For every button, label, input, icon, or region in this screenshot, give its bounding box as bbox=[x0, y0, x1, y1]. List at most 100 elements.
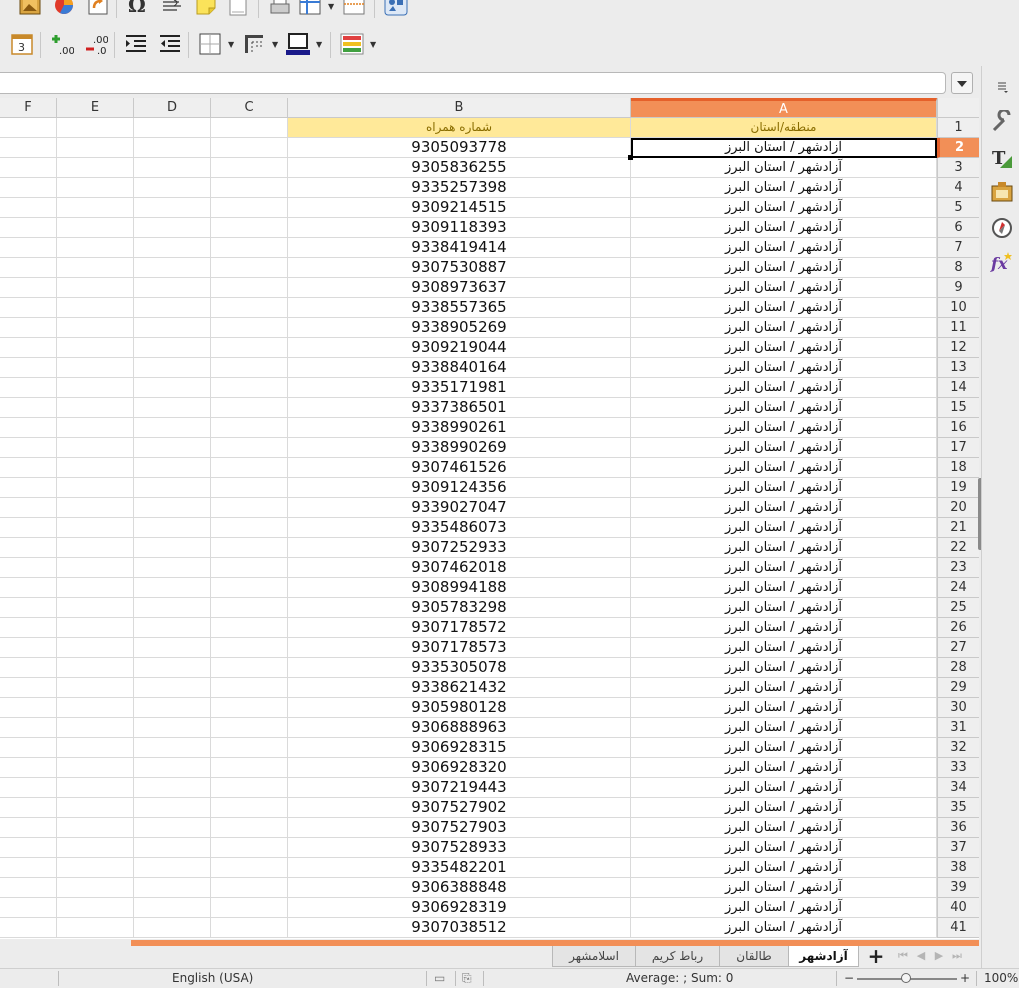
row-header[interactable]: 30 bbox=[937, 698, 979, 718]
sheet-tab-robat-karim[interactable]: رباط کریم bbox=[635, 946, 720, 967]
grid-cell[interactable] bbox=[134, 678, 211, 698]
row-header[interactable]: 14 bbox=[937, 378, 979, 398]
delete-decimal-icon[interactable]: .00.0 bbox=[84, 32, 109, 57]
grid-cell[interactable] bbox=[0, 858, 57, 878]
region-province-cell[interactable]: آزادشهر / استان البرز bbox=[631, 678, 937, 698]
grid-cell[interactable] bbox=[211, 218, 288, 238]
grid-cell[interactable] bbox=[134, 258, 211, 278]
grid-cell[interactable] bbox=[211, 138, 288, 158]
mobile-number-cell[interactable]: 9306888963 bbox=[288, 718, 631, 738]
mobile-number-cell[interactable]: 9305836255 bbox=[288, 158, 631, 178]
grid-cell[interactable] bbox=[211, 478, 288, 498]
region-province-cell[interactable]: آزادشهر / استان البرز bbox=[631, 358, 937, 378]
row-header[interactable]: 20 bbox=[937, 498, 979, 518]
row-header[interactable]: 3 bbox=[937, 158, 979, 178]
region-province-cell[interactable]: آزادشهر / استان البرز bbox=[631, 858, 937, 878]
row-header[interactable]: 23 bbox=[937, 558, 979, 578]
grid-cell[interactable] bbox=[211, 418, 288, 438]
grid-cell[interactable] bbox=[211, 678, 288, 698]
grid-cell[interactable] bbox=[57, 578, 134, 598]
region-province-cell[interactable]: آزادشهر / استان البرز bbox=[631, 578, 937, 598]
region-province-cell[interactable]: آزادشهر / استان البرز bbox=[631, 518, 937, 538]
header-footer-icon[interactable] bbox=[226, 0, 250, 18]
mobile-number-cell[interactable]: 9308994188 bbox=[288, 578, 631, 598]
grid-cell[interactable] bbox=[134, 118, 211, 138]
grid-cell[interactable] bbox=[57, 338, 134, 358]
grid-cell[interactable] bbox=[134, 398, 211, 418]
row-header[interactable]: 1 bbox=[937, 118, 979, 138]
row-header[interactable]: 18 bbox=[937, 458, 979, 478]
grid-cell[interactable] bbox=[134, 718, 211, 738]
region-province-cell[interactable]: آزادشهر / استان البرز bbox=[631, 178, 937, 198]
mobile-number-cell[interactable]: 9338990261 bbox=[288, 418, 631, 438]
region-province-cell[interactable]: آزادشهر / استان البرز bbox=[631, 378, 937, 398]
row-header[interactable]: 25 bbox=[937, 598, 979, 618]
hyperlink-icon[interactable] bbox=[160, 0, 184, 18]
row-header[interactable]: 41 bbox=[937, 918, 979, 938]
region-province-cell[interactable]: آزادشهر / استان البرز bbox=[631, 158, 937, 178]
grid-cell[interactable] bbox=[57, 878, 134, 898]
region-province-cell[interactable]: آزادشهر / استان البرز bbox=[631, 758, 937, 778]
grid-cell[interactable] bbox=[57, 538, 134, 558]
mobile-number-cell[interactable]: 9307527903 bbox=[288, 818, 631, 838]
mobile-number-cell[interactable]: 9306388848 bbox=[288, 878, 631, 898]
functions-fx-icon[interactable]: fx bbox=[990, 250, 1014, 274]
grid-cell[interactable] bbox=[57, 358, 134, 378]
grid-cell[interactable] bbox=[211, 638, 288, 658]
mobile-number-cell[interactable]: 9338557365 bbox=[288, 298, 631, 318]
first-sheet-icon[interactable]: ⏮ bbox=[896, 949, 910, 963]
mobile-number-cell[interactable]: 9305783298 bbox=[288, 598, 631, 618]
row-header[interactable]: 24 bbox=[937, 578, 979, 598]
row-header[interactable]: 38 bbox=[937, 858, 979, 878]
select-all-corner[interactable] bbox=[937, 98, 979, 118]
grid-cell[interactable] bbox=[134, 778, 211, 798]
grid-cell[interactable] bbox=[57, 658, 134, 678]
grid-cell[interactable] bbox=[211, 318, 288, 338]
grid-cell[interactable] bbox=[211, 758, 288, 778]
grid-cell[interactable] bbox=[0, 878, 57, 898]
grid-cell[interactable] bbox=[0, 378, 57, 398]
zoom-slider-knob[interactable] bbox=[901, 973, 911, 983]
grid-cell[interactable] bbox=[0, 918, 57, 938]
column-header-d[interactable]: D bbox=[134, 98, 211, 118]
grid-cell[interactable] bbox=[211, 658, 288, 678]
row-header[interactable]: 16 bbox=[937, 418, 979, 438]
grid-cell[interactable] bbox=[211, 918, 288, 938]
grid-cell[interactable] bbox=[134, 578, 211, 598]
grid-cell[interactable] bbox=[0, 258, 57, 278]
grid-cell[interactable] bbox=[134, 498, 211, 518]
grid-cell[interactable] bbox=[57, 418, 134, 438]
mobile-number-cell[interactable]: 9338840164 bbox=[288, 358, 631, 378]
grid-cell[interactable] bbox=[0, 218, 57, 238]
zoom-level[interactable]: 100% bbox=[984, 969, 1018, 988]
grid-cell[interactable] bbox=[211, 618, 288, 638]
formula-input[interactable] bbox=[0, 72, 946, 94]
grid-cell[interactable] bbox=[57, 238, 134, 258]
grid-cell[interactable] bbox=[211, 518, 288, 538]
row-header[interactable]: 6 bbox=[937, 218, 979, 238]
mobile-number-cell[interactable]: 9338990269 bbox=[288, 438, 631, 458]
zoom-out-icon[interactable]: − bbox=[844, 969, 854, 988]
add-decimal-icon[interactable]: .00 bbox=[50, 32, 75, 57]
grid-cell[interactable] bbox=[0, 838, 57, 858]
grid-cell[interactable] bbox=[134, 698, 211, 718]
row-header[interactable]: 11 bbox=[937, 318, 979, 338]
grid-cell[interactable] bbox=[57, 378, 134, 398]
column-header-e[interactable]: E bbox=[57, 98, 134, 118]
show-draw-functions-icon[interactable] bbox=[384, 0, 408, 18]
row-header[interactable]: 32 bbox=[937, 738, 979, 758]
region-province-cell[interactable]: آزادشهر / استان البرز bbox=[631, 778, 937, 798]
border-color-icon[interactable] bbox=[286, 32, 310, 56]
grid-cell[interactable] bbox=[134, 858, 211, 878]
grid-cell[interactable] bbox=[211, 158, 288, 178]
row-header[interactable]: 35 bbox=[937, 798, 979, 818]
grid-cell[interactable] bbox=[211, 198, 288, 218]
grid-cell[interactable] bbox=[211, 698, 288, 718]
chevron-down-icon[interactable]: ▼ bbox=[370, 41, 378, 49]
row-header[interactable]: 7 bbox=[937, 238, 979, 258]
row-header[interactable]: 27 bbox=[937, 638, 979, 658]
grid-cell[interactable] bbox=[0, 758, 57, 778]
grid-cell[interactable] bbox=[211, 178, 288, 198]
grid-cell[interactable] bbox=[0, 618, 57, 638]
region-province-cell[interactable]: آزادشهر / استان البرز bbox=[631, 238, 937, 258]
